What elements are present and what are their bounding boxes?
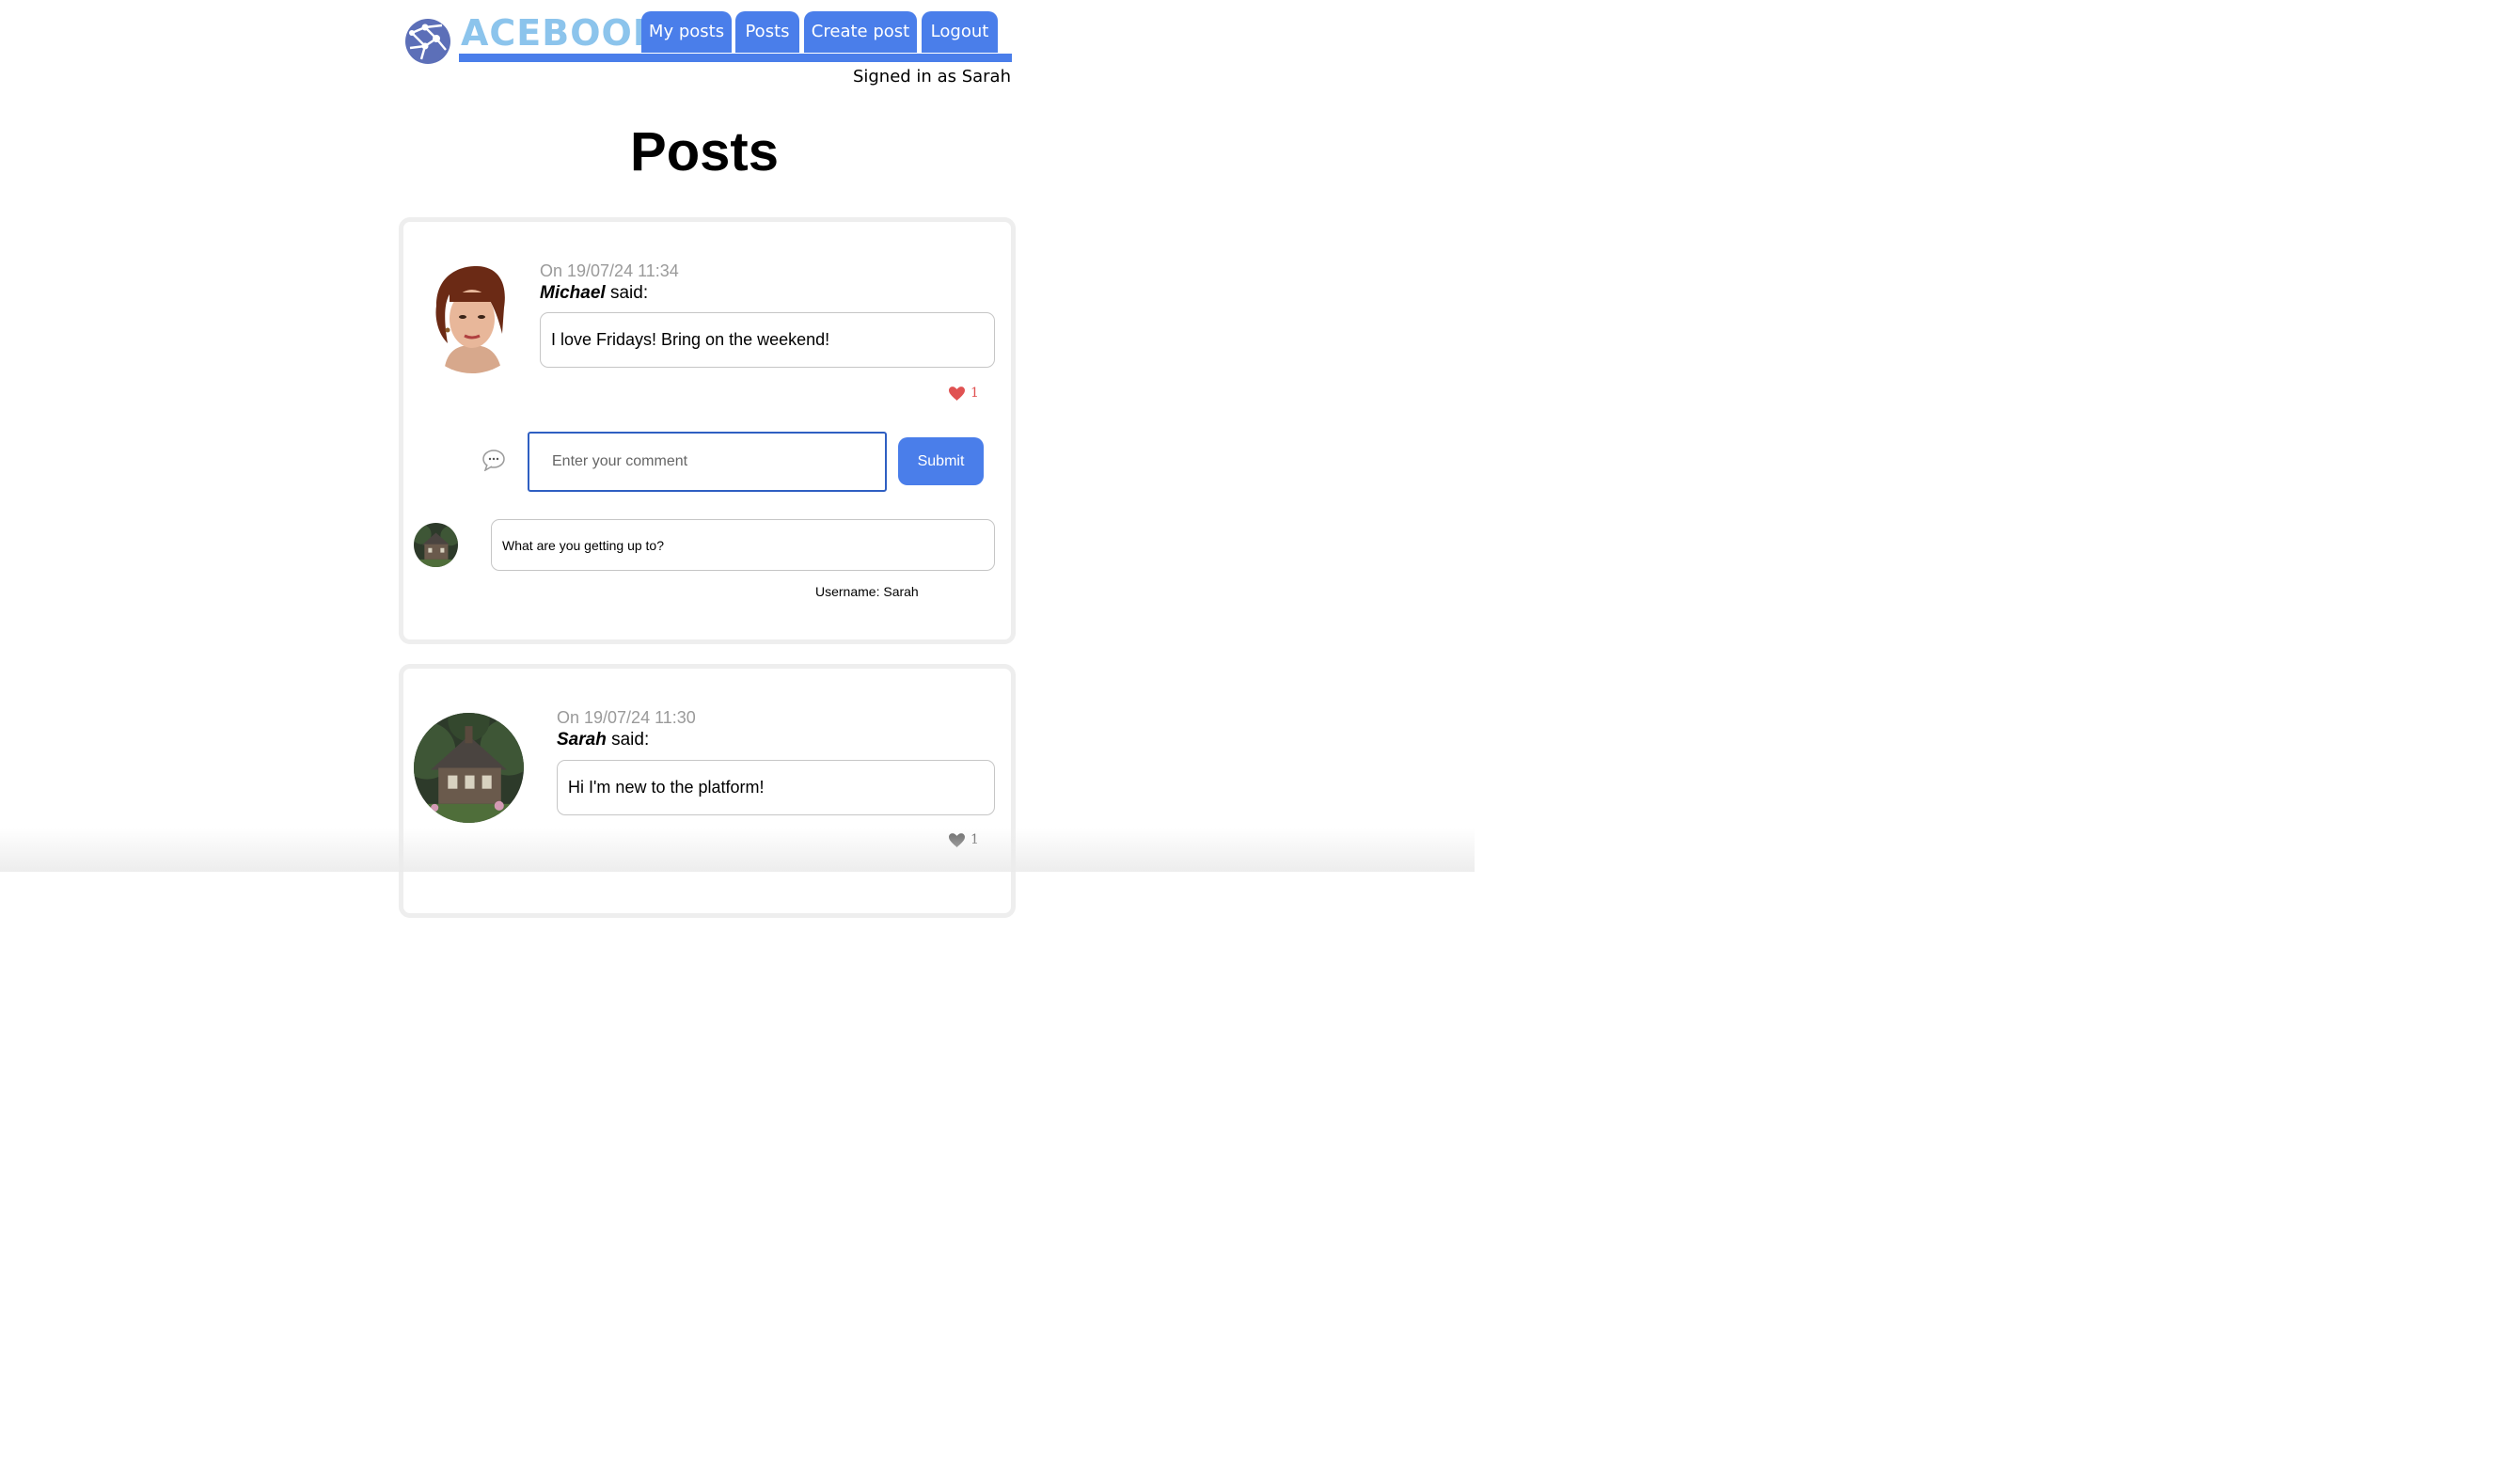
tab-posts[interactable]: Posts bbox=[735, 11, 799, 53]
said-text: said: bbox=[611, 730, 650, 750]
submit-comment-button[interactable]: Submit bbox=[898, 437, 984, 485]
post-message: Hi I'm new to the platform! bbox=[557, 760, 995, 815]
like-control[interactable]: 1 bbox=[949, 386, 979, 401]
post-author-line: Michael said: bbox=[540, 283, 648, 304]
post-author[interactable]: Michael bbox=[540, 283, 606, 303]
post-message: I love Fridays! Bring on the weekend! bbox=[540, 312, 995, 368]
tab-logout[interactable]: Logout bbox=[922, 11, 998, 53]
comment-text: What are you getting up to? bbox=[491, 519, 995, 571]
comment-input[interactable] bbox=[528, 432, 887, 492]
globe-logo-icon bbox=[405, 19, 450, 64]
comment-username: Username: Sarah bbox=[815, 584, 919, 599]
comment-bubble-icon bbox=[482, 450, 505, 471]
said-text: said: bbox=[609, 283, 649, 303]
commenter-avatar[interactable] bbox=[414, 523, 458, 567]
brand-name: ACEBOOK bbox=[461, 12, 662, 54]
post-author[interactable]: Sarah bbox=[557, 730, 607, 750]
heart-icon[interactable] bbox=[949, 386, 965, 401]
signed-in-status: Signed in as Sarah bbox=[852, 67, 1011, 87]
tab-create-post[interactable]: Create post bbox=[804, 11, 917, 53]
nav-underline bbox=[459, 54, 1012, 62]
post-author-line: Sarah said: bbox=[557, 730, 649, 750]
page-title: Posts bbox=[630, 121, 779, 182]
author-avatar[interactable] bbox=[414, 713, 524, 823]
bottom-shadow bbox=[0, 828, 1475, 872]
post-date: On 19/07/24 11:30 bbox=[557, 708, 696, 727]
like-count: 1 bbox=[970, 386, 979, 401]
author-avatar[interactable] bbox=[418, 264, 527, 373]
tab-my-posts[interactable]: My posts bbox=[641, 11, 732, 53]
post-date: On 19/07/24 11:34 bbox=[540, 261, 679, 280]
